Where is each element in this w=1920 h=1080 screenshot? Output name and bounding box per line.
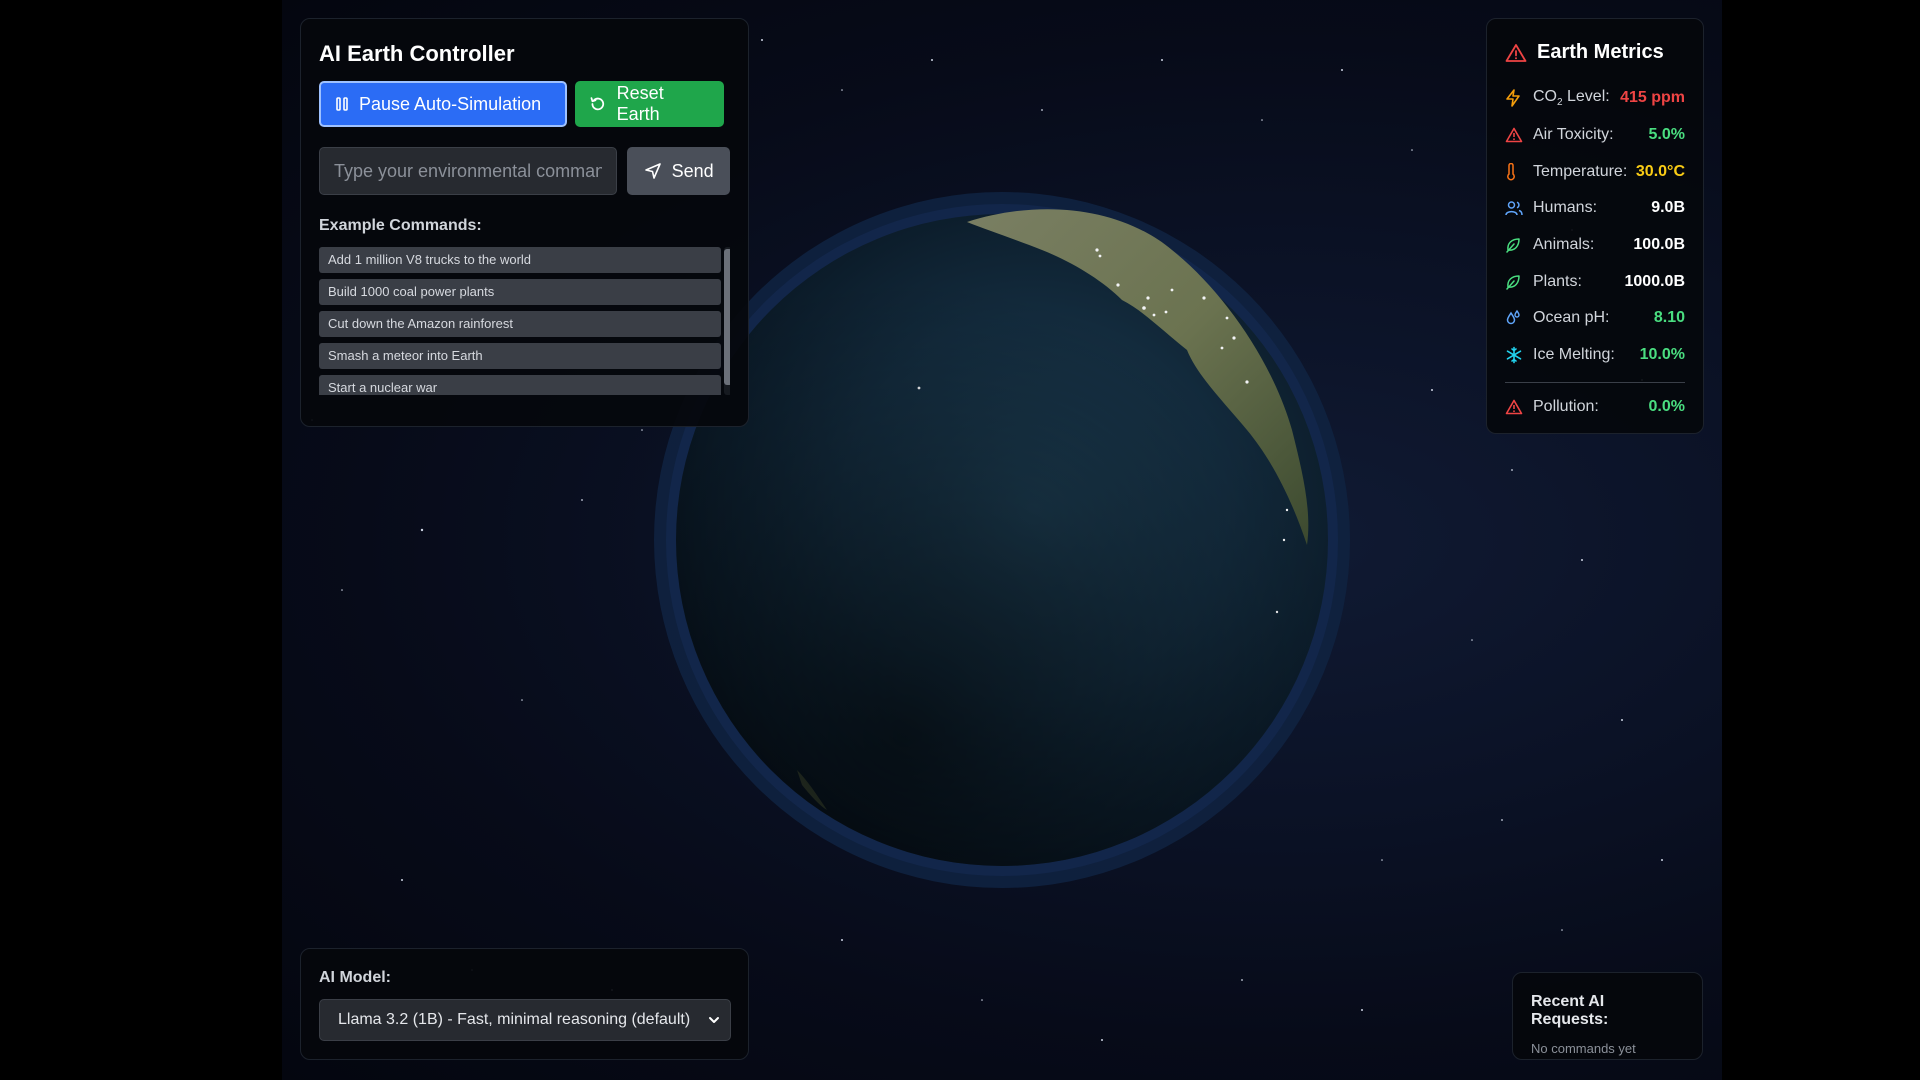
chevron-down-icon <box>709 1017 719 1023</box>
thermometer-icon <box>1507 162 1515 181</box>
examples-scrollbar-thumb[interactable] <box>724 249 730 385</box>
metric-pollution: Pollution: 0.0% <box>1505 389 1685 426</box>
examples-list: Add 1 million V8 trucks to the world Bui… <box>319 247 730 395</box>
metric-animals: Animals: 100.0B <box>1505 227 1685 264</box>
controller-panel: AI Earth Controller Pause Auto-Simulatio… <box>300 18 749 427</box>
command-input[interactable] <box>319 147 618 195</box>
pause-simulation-button[interactable]: Pause Auto-Simulation <box>319 81 567 127</box>
controller-title: AI Earth Controller <box>319 41 515 66</box>
metric-ocean-ph-label: Ocean pH: <box>1533 309 1610 327</box>
metric-animals-label: Animals: <box>1533 236 1595 254</box>
metric-humans-value: 9.0B <box>1651 199 1685 217</box>
reset-earth-button[interactable]: Reset Earth <box>575 81 724 127</box>
model-selected-value: Llama 3.2 (1B) - Fast, minimal reasoning… <box>338 1011 691 1028</box>
metric-humans-label: Humans: <box>1533 199 1598 217</box>
model-panel: AI Model: Llama 3.2 (1B) - Fast, minimal… <box>300 948 749 1060</box>
leaf-icon <box>1506 275 1520 290</box>
warning-icon <box>1505 127 1523 143</box>
metric-ice-melting-label: Ice Melting: <box>1533 346 1615 364</box>
droplets-icon <box>1506 310 1520 325</box>
metric-animals-value: 100.0B <box>1633 236 1685 254</box>
recent-requests-empty: No commands yet <box>1531 1041 1636 1056</box>
metric-air-toxicity-value: 5.0% <box>1648 126 1685 144</box>
example-command[interactable]: Smash a meteor into Earth <box>319 343 721 369</box>
metric-temperature-label: Temperature: <box>1533 162 1628 180</box>
pause-simulation-label: Pause Auto-Simulation <box>359 93 542 114</box>
model-select[interactable]: Llama 3.2 (1B) - Fast, minimal reasoning… <box>319 999 731 1041</box>
metric-co2: CO2 Level: 415 ppm <box>1505 80 1685 117</box>
metric-plants-value: 1000.0B <box>1624 272 1686 290</box>
example-command[interactable]: Add 1 million V8 trucks to the world <box>319 247 721 273</box>
warning-icon <box>1505 43 1527 62</box>
metric-ice-melting: Ice Melting: 10.0% <box>1505 337 1685 374</box>
metric-plants: Plants: 1000.0B <box>1505 263 1685 300</box>
recent-requests-panel: Recent AI Requests: No commands yet <box>1512 972 1703 1060</box>
pause-icon <box>336 97 348 111</box>
lightning-icon <box>1506 89 1520 108</box>
example-command[interactable]: Start a nuclear war <box>319 375 721 395</box>
metric-temperature: Temperature: 30.0°C <box>1505 153 1685 190</box>
controller-actions: Pause Auto-Simulation Reset Earth <box>319 81 730 127</box>
users-icon <box>1505 201 1523 216</box>
metric-pollution-label: Pollution: <box>1533 397 1599 415</box>
model-label: AI Model: <box>319 969 391 986</box>
send-button[interactable]: Send <box>627 147 730 195</box>
warning-icon <box>1505 399 1523 415</box>
metric-humans: Humans: 9.0B <box>1505 190 1685 227</box>
example-command[interactable]: Build 1000 coal power plants <box>319 279 721 305</box>
metric-air-toxicity: Air Toxicity: 5.0% <box>1505 117 1685 154</box>
send-label: Send <box>671 160 714 181</box>
recent-requests-title: Recent AI Requests: <box>1531 993 1609 1028</box>
example-command[interactable]: Cut down the Amazon rainforest <box>319 311 721 337</box>
night-shade <box>676 214 1328 866</box>
metrics-divider <box>1505 381 1685 383</box>
metric-pollution-value: 0.0% <box>1648 397 1685 415</box>
send-icon <box>644 163 661 179</box>
metric-plants-label: Plants: <box>1533 272 1582 290</box>
snowflake-icon <box>1506 346 1522 364</box>
metric-ocean-ph: Ocean pH: 8.10 <box>1505 300 1685 337</box>
metric-co2-value: 415 ppm <box>1620 89 1685 107</box>
metric-ice-melting-value: 10.0% <box>1639 346 1685 364</box>
command-row: Send <box>319 147 730 195</box>
metrics-header: Earth Metrics <box>1505 41 1685 64</box>
metrics-title: Earth Metrics <box>1537 41 1664 63</box>
metric-co2-label: CO2 Level: <box>1533 88 1610 109</box>
reset-earth-label: Reset Earth <box>616 83 664 124</box>
metric-ocean-ph-value: 8.10 <box>1653 309 1685 327</box>
reset-icon <box>590 97 605 111</box>
leaf-icon <box>1506 238 1520 253</box>
metric-temperature-value: 30.0°C <box>1635 162 1685 180</box>
metric-air-toxicity-label: Air Toxicity: <box>1533 126 1614 144</box>
examples-heading: Example Commands: <box>319 217 482 234</box>
earth-metrics-panel: Earth Metrics CO2 Level: 415 ppm Air Tox… <box>1486 18 1704 434</box>
